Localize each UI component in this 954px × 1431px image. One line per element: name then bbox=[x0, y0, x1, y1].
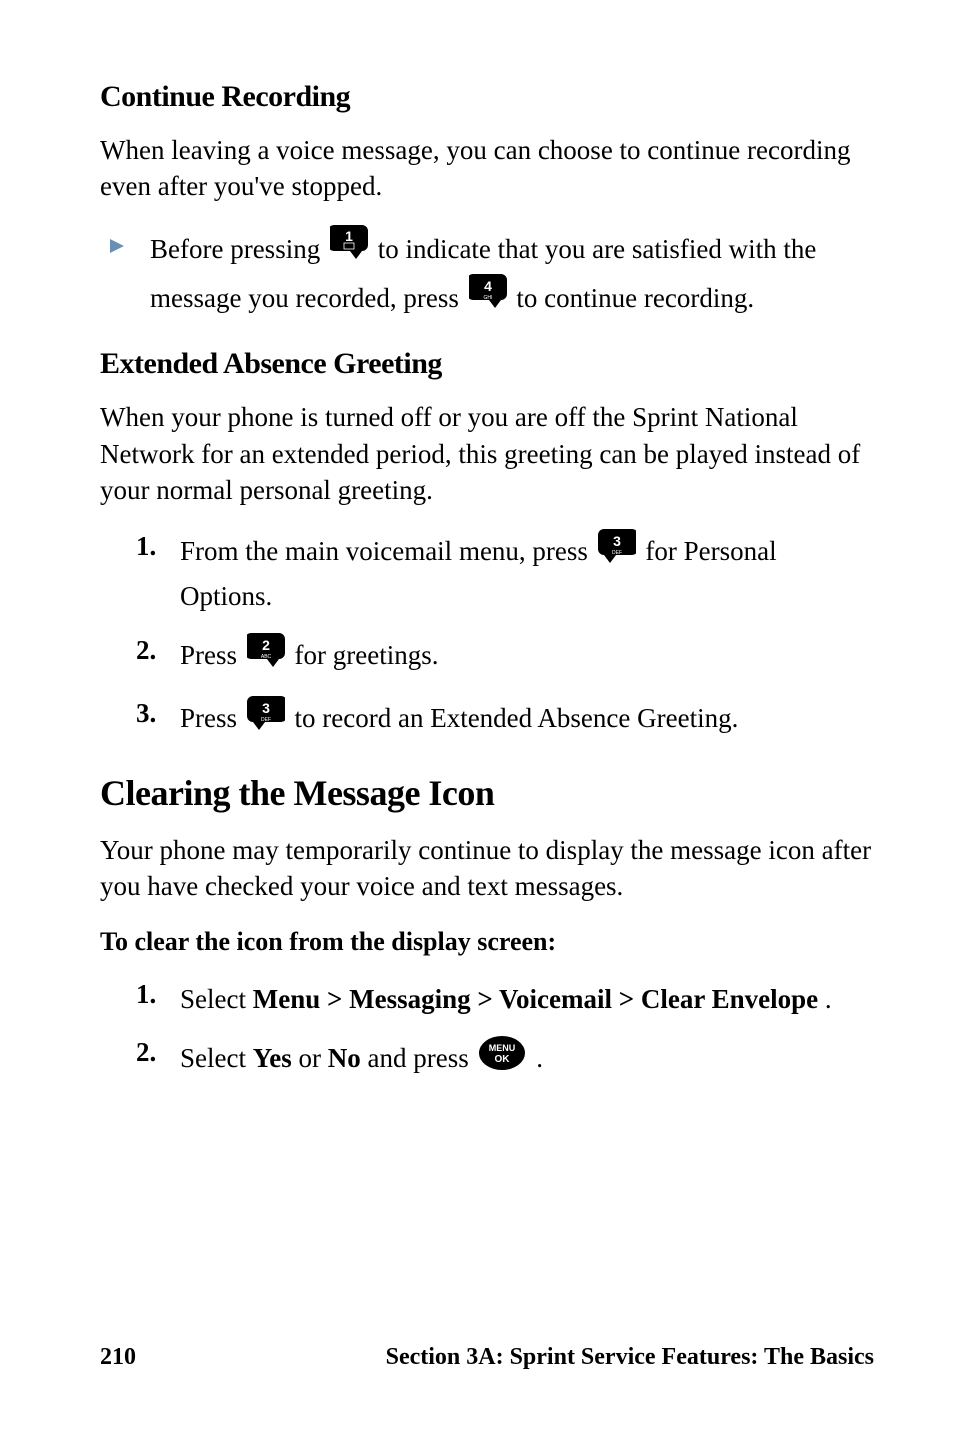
step-number: 3. bbox=[136, 698, 180, 729]
extended-absence-para: When your phone is turned off or you are… bbox=[100, 399, 874, 508]
key-3-icon: 3 DEF bbox=[598, 529, 636, 575]
clear-icon-steps: 1. Select Menu > Messaging > Voicemail >… bbox=[100, 979, 874, 1085]
key-3-icon: 3 DEF bbox=[247, 696, 285, 742]
bullet-text-pre: Before pressing bbox=[150, 234, 327, 264]
list-item: 3. Press 3 DEF to record an Extended Abs… bbox=[136, 698, 874, 744]
svg-text:3: 3 bbox=[262, 700, 270, 716]
step-text-pre: Select bbox=[180, 984, 253, 1014]
svg-text:DEF: DEF bbox=[261, 717, 271, 723]
step-text-final: . bbox=[536, 1043, 543, 1073]
step-text-pre: From the main voicemail menu, press bbox=[180, 536, 595, 566]
bullet-text-post: to continue recording. bbox=[516, 283, 754, 313]
step-text-pre: Press bbox=[180, 703, 244, 733]
step-text-pre: Select bbox=[180, 1043, 253, 1073]
key-4-icon: 4 GHI bbox=[469, 274, 507, 323]
extended-absence-heading: Extended Absence Greeting bbox=[100, 347, 874, 381]
step-number: 2. bbox=[136, 1037, 180, 1068]
page-number: 210 bbox=[100, 1344, 136, 1371]
clearing-message-icon-para: Your phone may temporarily continue to d… bbox=[100, 832, 874, 905]
section-label: Section 3A: Sprint Service Features: The… bbox=[386, 1344, 874, 1371]
step-content: Press 2 ABC for greetings. bbox=[180, 635, 874, 681]
step-text-mid: or bbox=[298, 1043, 327, 1073]
list-item: 2. Press 2 ABC for greetings. bbox=[136, 635, 874, 681]
page-footer: 210 Section 3A: Sprint Service Features:… bbox=[100, 1344, 874, 1371]
menu-path-bold: Menu > Messaging > Voicemail > Clear Env… bbox=[253, 984, 818, 1014]
svg-text:3: 3 bbox=[613, 533, 621, 549]
step-content: From the main voicemail menu, press 3 DE… bbox=[180, 531, 874, 617]
list-item: 2. Select Yes or No and press MENU OK . bbox=[136, 1037, 874, 1085]
svg-text:1: 1 bbox=[345, 228, 353, 244]
svg-text:DEF: DEF bbox=[612, 550, 622, 556]
svg-text:2: 2 bbox=[262, 637, 270, 653]
key-1-icon: 1 bbox=[330, 225, 368, 274]
yes-bold: Yes bbox=[253, 1043, 292, 1073]
clearing-message-icon-heading: Clearing the Message Icon bbox=[100, 772, 874, 814]
menu-ok-icon: MENU OK bbox=[478, 1035, 526, 1083]
step-number: 1. bbox=[136, 979, 180, 1010]
key-2-icon: 2 ABC bbox=[247, 633, 285, 679]
step-text-post: . bbox=[825, 984, 832, 1014]
svg-text:MENU: MENU bbox=[489, 1043, 516, 1053]
step-content: Select Yes or No and press MENU OK . bbox=[180, 1037, 874, 1085]
continue-recording-para: When leaving a voice message, you can ch… bbox=[100, 132, 874, 205]
clear-icon-subhead: To clear the icon from the display scree… bbox=[100, 927, 874, 957]
step-number: 1. bbox=[136, 531, 180, 562]
bullet-triangle-icon bbox=[110, 239, 124, 258]
svg-text:GHI: GHI bbox=[483, 295, 492, 301]
no-bold: No bbox=[328, 1043, 361, 1073]
step-text-post: and press bbox=[367, 1043, 475, 1073]
list-item: 1. From the main voicemail menu, press 3… bbox=[136, 531, 874, 617]
list-item: 1. Select Menu > Messaging > Voicemail >… bbox=[136, 979, 874, 1020]
step-content: Press 3 DEF to record an Extended Absenc… bbox=[180, 698, 874, 744]
svg-text:ABC: ABC bbox=[261, 654, 272, 660]
step-number: 2. bbox=[136, 635, 180, 666]
extended-absence-steps: 1. From the main voicemail menu, press 3… bbox=[100, 531, 874, 744]
continue-recording-bullet: Before pressing 1 to indicate that you a… bbox=[100, 227, 874, 325]
bullet-text: Before pressing 1 to indicate that you a… bbox=[150, 227, 874, 325]
step-text-post: for greetings. bbox=[295, 640, 439, 670]
svg-text:OK: OK bbox=[495, 1054, 511, 1065]
step-text-post: to record an Extended Absence Greeting. bbox=[295, 703, 739, 733]
svg-text:4: 4 bbox=[484, 278, 492, 294]
step-text-pre: Press bbox=[180, 640, 244, 670]
continue-recording-heading: Continue Recording bbox=[100, 80, 874, 114]
step-content: Select Menu > Messaging > Voicemail > Cl… bbox=[180, 979, 874, 1020]
